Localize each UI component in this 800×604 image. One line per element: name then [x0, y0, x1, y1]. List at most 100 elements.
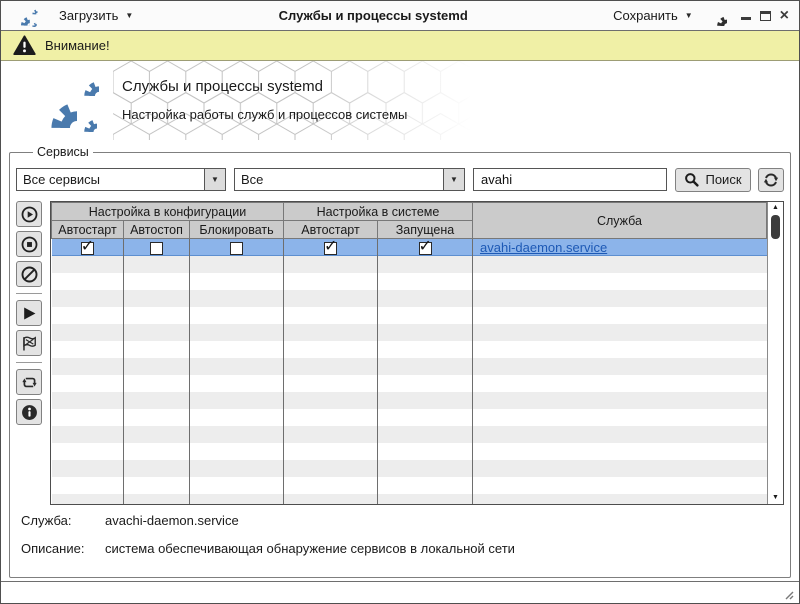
table-cell-empty: [190, 256, 284, 273]
checkbox-cell: [190, 239, 284, 256]
dropdown-button[interactable]: ▼: [443, 169, 464, 190]
table-cell-empty: [378, 477, 473, 494]
table-cell-empty: [124, 375, 190, 392]
state-filter-dropdown[interactable]: Все ▼: [234, 168, 465, 191]
search-input[interactable]: [473, 168, 667, 191]
table-cell-empty: [124, 426, 190, 443]
table-cell-empty: [52, 409, 124, 426]
checkbox-cell: ✓: [284, 239, 378, 256]
table-cell-empty: [284, 324, 378, 341]
load-menu-label: Загрузить: [59, 8, 118, 23]
refresh-button[interactable]: [758, 168, 784, 192]
table-cell-empty: [473, 460, 767, 477]
service-info-icon: [21, 404, 38, 421]
service-link[interactable]: avahi-daemon.service: [473, 240, 607, 255]
state-filter-value: Все: [235, 169, 443, 190]
scrollbar-thumb[interactable]: [771, 215, 780, 239]
service-details: Служба: avachi-daemon.service Описание: …: [21, 513, 781, 569]
close-button[interactable]: ×: [780, 9, 789, 23]
table-cell-empty: [124, 443, 190, 460]
search-button[interactable]: Поиск: [675, 168, 751, 192]
table-cell-empty: [378, 307, 473, 324]
ban-service-button[interactable]: [16, 261, 42, 287]
table-cell-empty: [378, 358, 473, 375]
column-header-service[interactable]: Служба: [473, 203, 767, 239]
group-header-system[interactable]: Настройка в системе: [284, 203, 473, 221]
table-cell-empty: [378, 341, 473, 358]
scroll-up-icon[interactable]: ▲: [772, 204, 779, 212]
table-cell-empty: [52, 358, 124, 375]
chevron-down-icon: ▼: [685, 12, 693, 20]
table-row-empty: [52, 375, 767, 392]
dropdown-button[interactable]: ▼: [204, 169, 225, 190]
table-cell-empty: [124, 494, 190, 505]
table-row-empty: [52, 273, 767, 290]
table-row-selected[interactable]: ✓ ✓ ✓ avahi-daemon.service: [52, 239, 767, 256]
table-cell-empty: [473, 392, 767, 409]
start-service-circled-icon: [21, 206, 38, 223]
table-cell-empty: [190, 358, 284, 375]
stop-service-circled-button[interactable]: [16, 231, 42, 257]
table-cell-empty: [52, 375, 124, 392]
table-cell-empty: [378, 460, 473, 477]
status-bar: [1, 581, 799, 603]
run-service-button[interactable]: [16, 300, 42, 326]
table-row-empty: [52, 477, 767, 494]
table-cell-empty: [124, 290, 190, 307]
checkbox-cell: ✓: [52, 239, 124, 256]
table-cell-empty: [124, 273, 190, 290]
chevron-down-icon: ▼: [125, 12, 133, 20]
table-cell-empty: [52, 307, 124, 324]
table-cell-empty: [190, 290, 284, 307]
autostart-system-checkbox[interactable]: ✓: [324, 242, 337, 255]
scroll-down-icon[interactable]: ▼: [772, 494, 779, 502]
table-cell-empty: [190, 341, 284, 358]
table-cell-empty: [124, 409, 190, 426]
service-filter-dropdown[interactable]: Все сервисы ▼: [16, 168, 226, 191]
start-service-circled-button[interactable]: [16, 201, 42, 227]
column-header-block[interactable]: Блокировать: [190, 221, 284, 239]
autostop-checkbox[interactable]: [150, 242, 163, 255]
table-cell-empty: [378, 426, 473, 443]
service-info-button[interactable]: [16, 399, 42, 425]
hexagon-pattern: [113, 61, 471, 140]
minimize-button[interactable]: [741, 17, 751, 20]
table-cell-empty: [378, 409, 473, 426]
block-checkbox[interactable]: [230, 242, 243, 255]
group-header-config[interactable]: Настройка в конфигурации: [52, 203, 284, 221]
table-cell-empty: [473, 409, 767, 426]
chevron-down-icon: ▼: [211, 176, 219, 184]
save-menu-button[interactable]: Сохранить ▼: [609, 6, 697, 25]
table-cell-empty: [284, 273, 378, 290]
app-gears-icon: [11, 4, 41, 28]
table-cell-empty: [284, 443, 378, 460]
table-row-empty: [52, 256, 767, 273]
services-table-wrap: Настройка в конфигурации Настройка в сис…: [50, 201, 784, 505]
chevron-down-icon: ▼: [450, 176, 458, 184]
table-empty-rows: [52, 256, 767, 505]
table-cell-empty: [284, 307, 378, 324]
flag-service-icon: [21, 335, 38, 352]
header-title: Службы и процессы systemd: [122, 78, 323, 95]
flag-service-button[interactable]: [16, 330, 42, 356]
description-label: Описание:: [21, 541, 105, 556]
autostart-config-checkbox[interactable]: ✓: [81, 242, 94, 255]
table-row-empty: [52, 443, 767, 460]
restart-service-button[interactable]: [16, 369, 42, 395]
running-checkbox[interactable]: ✓: [419, 242, 432, 255]
table-cell-empty: [190, 392, 284, 409]
resize-grip-icon[interactable]: [781, 587, 794, 600]
table-cell-empty: [52, 443, 124, 460]
window-title: Службы и процессы systemd: [137, 8, 609, 23]
table-row-empty: [52, 494, 767, 505]
table-cell-empty: [52, 477, 124, 494]
settings-gear-icon[interactable]: [707, 6, 727, 26]
vertical-scrollbar[interactable]: ▲ ▼: [767, 202, 783, 504]
load-menu-button[interactable]: Загрузить ▼: [55, 6, 137, 25]
maximize-button[interactable]: [760, 11, 771, 21]
table-cell-empty: [52, 324, 124, 341]
table-cell-empty: [124, 341, 190, 358]
table-cell-empty: [473, 256, 767, 273]
column-header-autostop[interactable]: Автостоп: [124, 221, 190, 239]
table-cell-empty: [284, 341, 378, 358]
